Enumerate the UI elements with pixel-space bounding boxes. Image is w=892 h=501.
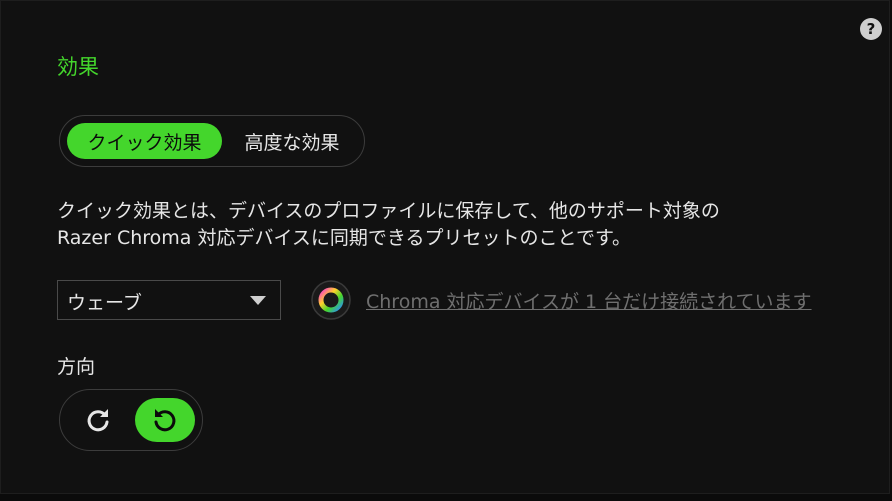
chroma-connected-devices-link[interactable]: Chroma 対応デバイスが 1 台だけ接続されています [366,287,812,314]
quick-effects-tab[interactable]: クイック効果 [67,123,222,159]
bottom-strip [0,494,892,501]
rotate-clockwise-button[interactable] [68,398,128,442]
effect-dropdown-value: ウェーブ [67,292,142,314]
quick-effects-description: クイック効果とは、デバイスのプロファイルに保存して、他のサポート対象の Raze… [57,198,857,252]
effect-mode-toggle: クイック効果 高度な効果 [59,115,365,167]
rotate-clockwise-icon [87,409,109,432]
rotate-counterclockwise-button[interactable] [135,398,195,442]
direction-label: 方向 [57,356,96,378]
effect-dropdown[interactable]: ウェーブ [57,280,281,320]
section-title: 効果 [57,55,99,79]
description-line-1: クイック効果とは、デバイスのプロファイルに保存して、他のサポート対象の [57,200,720,222]
rotate-counterclockwise-icon [154,409,176,432]
advanced-effects-tab[interactable]: 高度な効果 [226,123,358,159]
direction-toggle [59,389,203,451]
chevron-down-icon [250,296,266,305]
help-icon[interactable]: ? [860,18,882,40]
effects-panel: ? 効果 クイック効果 高度な効果 クイック効果とは、デバイスのプロファイルに保… [0,0,890,494]
chroma-icon [311,280,351,320]
description-line-2: Razer Chroma 対応デバイスに同期できるプリセットのことです。 [57,227,632,249]
